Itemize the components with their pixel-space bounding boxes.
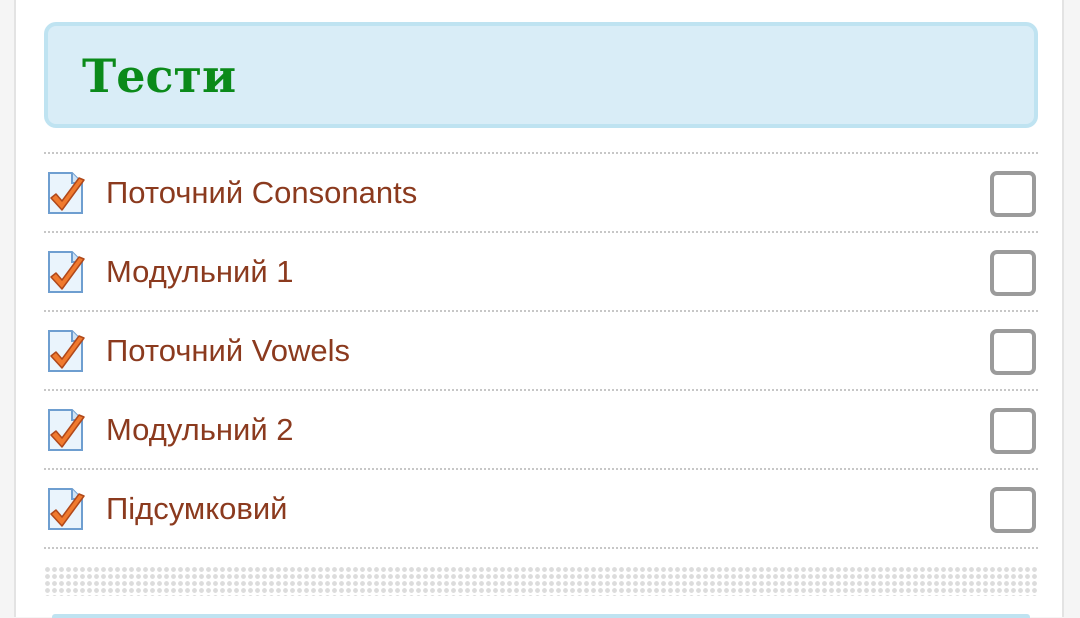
activity-item: Поточний Vowels <box>44 312 1038 391</box>
completion-checkbox[interactable] <box>990 487 1036 533</box>
quiz-icon <box>46 249 88 295</box>
activity-link[interactable]: Підсумковий <box>106 470 287 547</box>
quiz-icon <box>46 170 88 216</box>
completion-checkbox[interactable] <box>990 408 1036 454</box>
course-page: Тести Поточний Consonants Модульний 1 По… <box>14 0 1064 618</box>
completion-checkbox[interactable] <box>990 171 1036 217</box>
activity-link[interactable]: Модульний 1 <box>106 233 293 310</box>
activity-link[interactable]: Модульний 2 <box>106 391 293 468</box>
quiz-icon <box>46 328 88 374</box>
activity-link[interactable]: Поточний Vowels <box>106 312 350 389</box>
quiz-icon <box>46 486 88 532</box>
activity-list: Поточний Consonants Модульний 1 Поточний… <box>44 152 1038 549</box>
section-separator <box>44 566 1038 596</box>
activity-item: Поточний Consonants <box>44 154 1038 233</box>
next-section-header <box>52 614 1030 618</box>
activity-link[interactable]: Поточний Consonants <box>106 154 417 231</box>
quiz-icon <box>46 407 88 453</box>
activity-item: Підсумковий <box>44 470 1038 549</box>
completion-checkbox[interactable] <box>990 329 1036 375</box>
activity-item: Модульний 1 <box>44 233 1038 312</box>
completion-checkbox[interactable] <box>990 250 1036 296</box>
section-title: Тести <box>82 49 237 103</box>
section-header: Тести <box>44 22 1038 128</box>
activity-item: Модульний 2 <box>44 391 1038 470</box>
